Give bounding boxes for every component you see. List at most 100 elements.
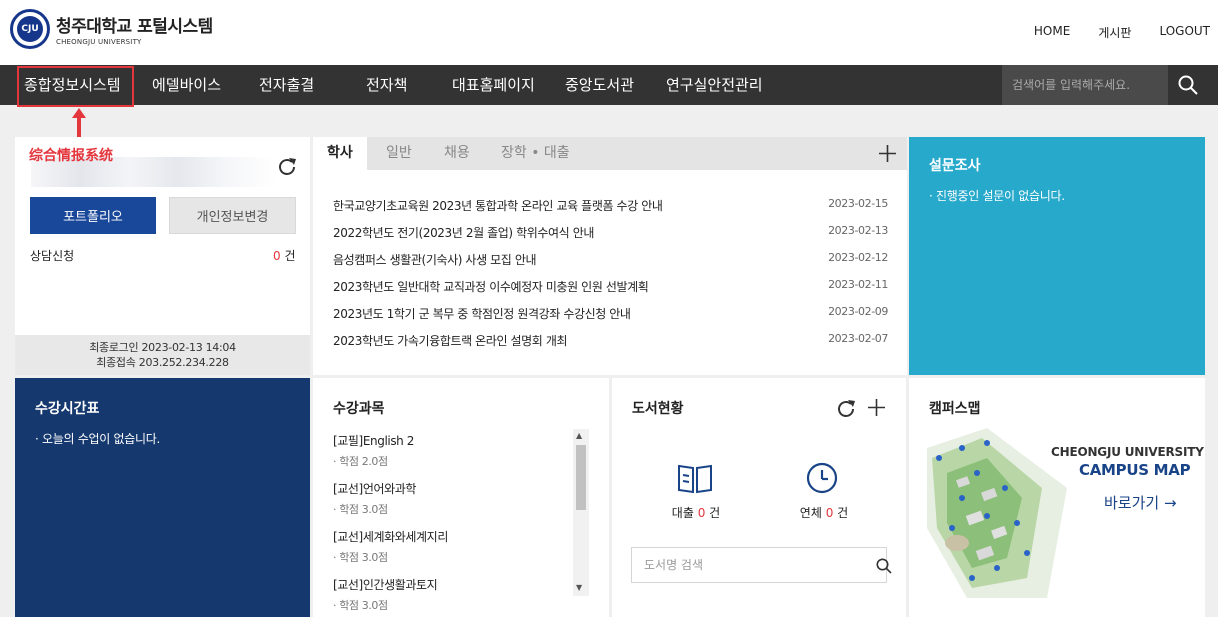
university-logo[interactable]: CJU 청주대학교 포털시스템 CHEONGJU UNIVERSITY	[10, 9, 213, 49]
nav-item-ebook[interactable]: 전자책	[366, 65, 407, 105]
campus-map-title: 캠퍼스맵	[929, 401, 981, 417]
notice-row[interactable]: 2023학년도 가속기융합트랙 온라인 설명회 개최 2023-02-07	[333, 332, 888, 359]
annotation-label: 综合情报系统	[29, 148, 113, 164]
notice-row[interactable]: 음성캠퍼스 생활관(기숙사) 사생 모집 안내 2023-02-12	[333, 251, 888, 278]
nav-item-attendance[interactable]: 전자출결	[259, 65, 314, 105]
overdue-label: 연체	[799, 506, 822, 520]
survey-text: · 진행중인 설문이 없습니다.	[929, 189, 1065, 203]
tab-general[interactable]: 일반	[386, 137, 412, 170]
notice-date: 2023-02-07	[828, 332, 888, 345]
list-item[interactable]: [교선]인간생활과토지 · 학점 3.0점	[333, 576, 573, 613]
plus-icon[interactable]	[868, 399, 885, 416]
board-link[interactable]: 게시판	[1098, 24, 1131, 41]
search-icon	[1178, 75, 1198, 95]
loan-stat: 대출 0 건	[670, 504, 722, 521]
notice-date: 2023-02-12	[828, 251, 888, 264]
timetable-text: · 오늘의 수업이 없습니다.	[35, 432, 160, 446]
portal-page: CJU 청주대학교 포털시스템 CHEONGJU UNIVERSITY HOME…	[0, 0, 1218, 617]
logo-subtitle: CHEONGJU UNIVERSITY	[56, 38, 142, 46]
list-item[interactable]: [교선]세계화와세계지리 · 학점 3.0점	[333, 528, 573, 565]
campus-map-label: CAMPUS MAP	[1079, 461, 1191, 479]
timetable-panel: 수강시간표 · 오늘의 수업이 없습니다.	[15, 378, 310, 617]
library-search-input[interactable]: 도서명 검색	[631, 547, 892, 583]
last-ip: 최종접속 203.252.234.228	[96, 356, 229, 369]
scroll-down-icon[interactable]: ▼	[576, 583, 582, 592]
course-credit: · 학점 2.0점	[333, 455, 388, 468]
notice-tabs: 학사 일반 채용 장학 • 대출	[313, 137, 907, 170]
course-name: [교선]인간생활과토지	[333, 578, 438, 592]
search-icon[interactable]	[876, 558, 892, 574]
refresh-icon[interactable]	[276, 156, 298, 178]
notice-title[interactable]: 2023학년도 가속기융합트랙 온라인 설명회 개최	[333, 332, 568, 359]
notice-title[interactable]: 2023년도 1학기 군 복무 중 학점인정 원격강좌 수강신청 안내	[333, 305, 631, 332]
course-credit: · 학점 3.0점	[333, 551, 388, 564]
notice-list: 한국교양기초교육원 2023년 통합과학 온라인 교육 플랫폼 수강 안내 202…	[333, 197, 888, 359]
tab-scholarship[interactable]: 장학 • 대출	[501, 137, 570, 170]
edit-info-button[interactable]: 개인정보변경	[169, 197, 296, 234]
counsel-count: 0 건	[273, 247, 296, 264]
notice-title[interactable]: 음성캠퍼스 생활관(기숙사) 사생 모집 안내	[333, 251, 537, 278]
notice-date: 2023-02-13	[828, 224, 888, 237]
tab-recruit[interactable]: 채용	[444, 137, 470, 170]
notice-panel: 학사 일반 채용 장학 • 대출 한국교양기초교육원 2023년 통합과학 온라…	[313, 137, 907, 375]
notice-row[interactable]: 한국교양기초교육원 2023년 통합과학 온라인 교육 플랫폼 수강 안내 202…	[333, 197, 888, 224]
utility-links: HOME 게시판 LOGOUT	[1034, 24, 1210, 41]
campus-map-go-link[interactable]: 바로가기 →	[1104, 492, 1177, 513]
nav-item-library[interactable]: 중앙도서관	[565, 65, 634, 105]
notice-row[interactable]: 2022학년도 전기(2023년 2월 졸업) 학위수여식 안내 2023-02-…	[333, 224, 888, 251]
notice-date: 2023-02-11	[828, 278, 888, 291]
library-panel: 도서현황 대출 0 건 연체 0 건 도서명 검색	[612, 378, 906, 617]
notice-title[interactable]: 2023학년도 일반대학 교직과정 이수예정자 미충원 인원 선발계획	[333, 278, 649, 305]
course-name: [교선]세계화와세계지리	[333, 530, 448, 544]
campus-map-university: CHEONGJU UNIVERSITY	[1051, 445, 1204, 459]
counsel-label[interactable]: 상담신청	[30, 247, 74, 264]
list-item[interactable]: [교필]English 2 · 학점 2.0점	[333, 432, 573, 469]
book-icon	[678, 464, 712, 494]
courses-title: 수강과목	[333, 401, 385, 417]
notice-date: 2023-02-09	[828, 305, 888, 318]
library-search-placeholder: 도서명 검색	[644, 558, 704, 572]
library-title: 도서현황	[632, 401, 684, 417]
overdue-count: 0	[825, 506, 834, 520]
notice-row[interactable]: 2023년도 1학기 군 복무 중 학점인정 원격강좌 수강신청 안내 2023-…	[333, 305, 888, 332]
nav-search-button[interactable]	[1168, 65, 1208, 105]
list-item[interactable]: [교선]언어와과학 · 학점 3.0점	[333, 480, 573, 517]
logout-link[interactable]: LOGOUT	[1159, 24, 1210, 41]
portfolio-button[interactable]: 포트폴리오	[30, 197, 156, 234]
loan-count: 0	[697, 506, 706, 520]
login-info: 최종로그인 2023-02-13 14:04 최종접속 203.252.234.…	[15, 335, 310, 375]
campus-map-image[interactable]	[927, 428, 1067, 598]
course-name: [교필]English 2	[333, 434, 415, 448]
course-scrollbar[interactable]: ▲ ▼	[573, 429, 589, 596]
survey-panel: 설문조사 · 진행중인 설문이 없습니다.	[909, 137, 1205, 375]
course-name: [교선]언어와과학	[333, 482, 417, 496]
last-login: 최종로그인 2023-02-13 14:04	[89, 341, 236, 354]
timetable-title: 수강시간표	[35, 401, 100, 417]
logo-title: 청주대학교 포털시스템	[56, 17, 213, 37]
survey-title: 설문조사	[929, 158, 981, 174]
notice-title[interactable]: 2022학년도 전기(2023년 2월 졸업) 학위수여식 안내	[333, 224, 594, 251]
tab-academic[interactable]: 학사	[313, 137, 367, 170]
plus-icon[interactable]	[879, 145, 896, 162]
top-header: CJU 청주대학교 포털시스템 CHEONGJU UNIVERSITY HOME…	[0, 0, 1218, 65]
scroll-thumb[interactable]	[576, 445, 586, 510]
campus-map-panel: 캠퍼스맵 CHEONGJU UNIVERSITY CAMPUS MAP 바로가기…	[909, 378, 1205, 617]
nav-item-edelweiss[interactable]: 에델바이스	[152, 65, 221, 105]
nav-search-input[interactable]: 검색어를 입력해주세요.	[1002, 65, 1168, 105]
scroll-up-icon[interactable]: ▲	[576, 431, 582, 440]
overdue-unit: 건	[837, 506, 849, 520]
overdue-stat: 연체 0 건	[796, 504, 852, 521]
annotation-highlight-box	[17, 66, 134, 107]
university-seal-icon: CJU	[10, 9, 50, 49]
notice-title[interactable]: 한국교양기초교육원 2023년 통합과학 온라인 교육 플랫폼 수강 안내	[333, 197, 663, 224]
notice-date: 2023-02-15	[828, 197, 888, 210]
user-panel: 포트폴리오 개인정보변경 상담신청 0 건 최종로그인 2023-02-13 1…	[15, 137, 310, 375]
notice-row[interactable]: 2023학년도 일반대학 교직과정 이수예정자 미충원 인원 선발계획 2023-…	[333, 278, 888, 305]
refresh-icon[interactable]	[835, 398, 857, 420]
course-list: [교필]English 2 · 학점 2.0점 [교선]언어와과학 · 학점 3…	[333, 432, 573, 617]
nav-item-homepage[interactable]: 대표홈페이지	[452, 65, 535, 105]
loan-label: 대출	[671, 506, 694, 520]
course-credit: · 학점 3.0점	[333, 599, 388, 612]
nav-item-lab-safety[interactable]: 연구실안전관리	[666, 65, 763, 105]
home-link[interactable]: HOME	[1034, 24, 1070, 41]
